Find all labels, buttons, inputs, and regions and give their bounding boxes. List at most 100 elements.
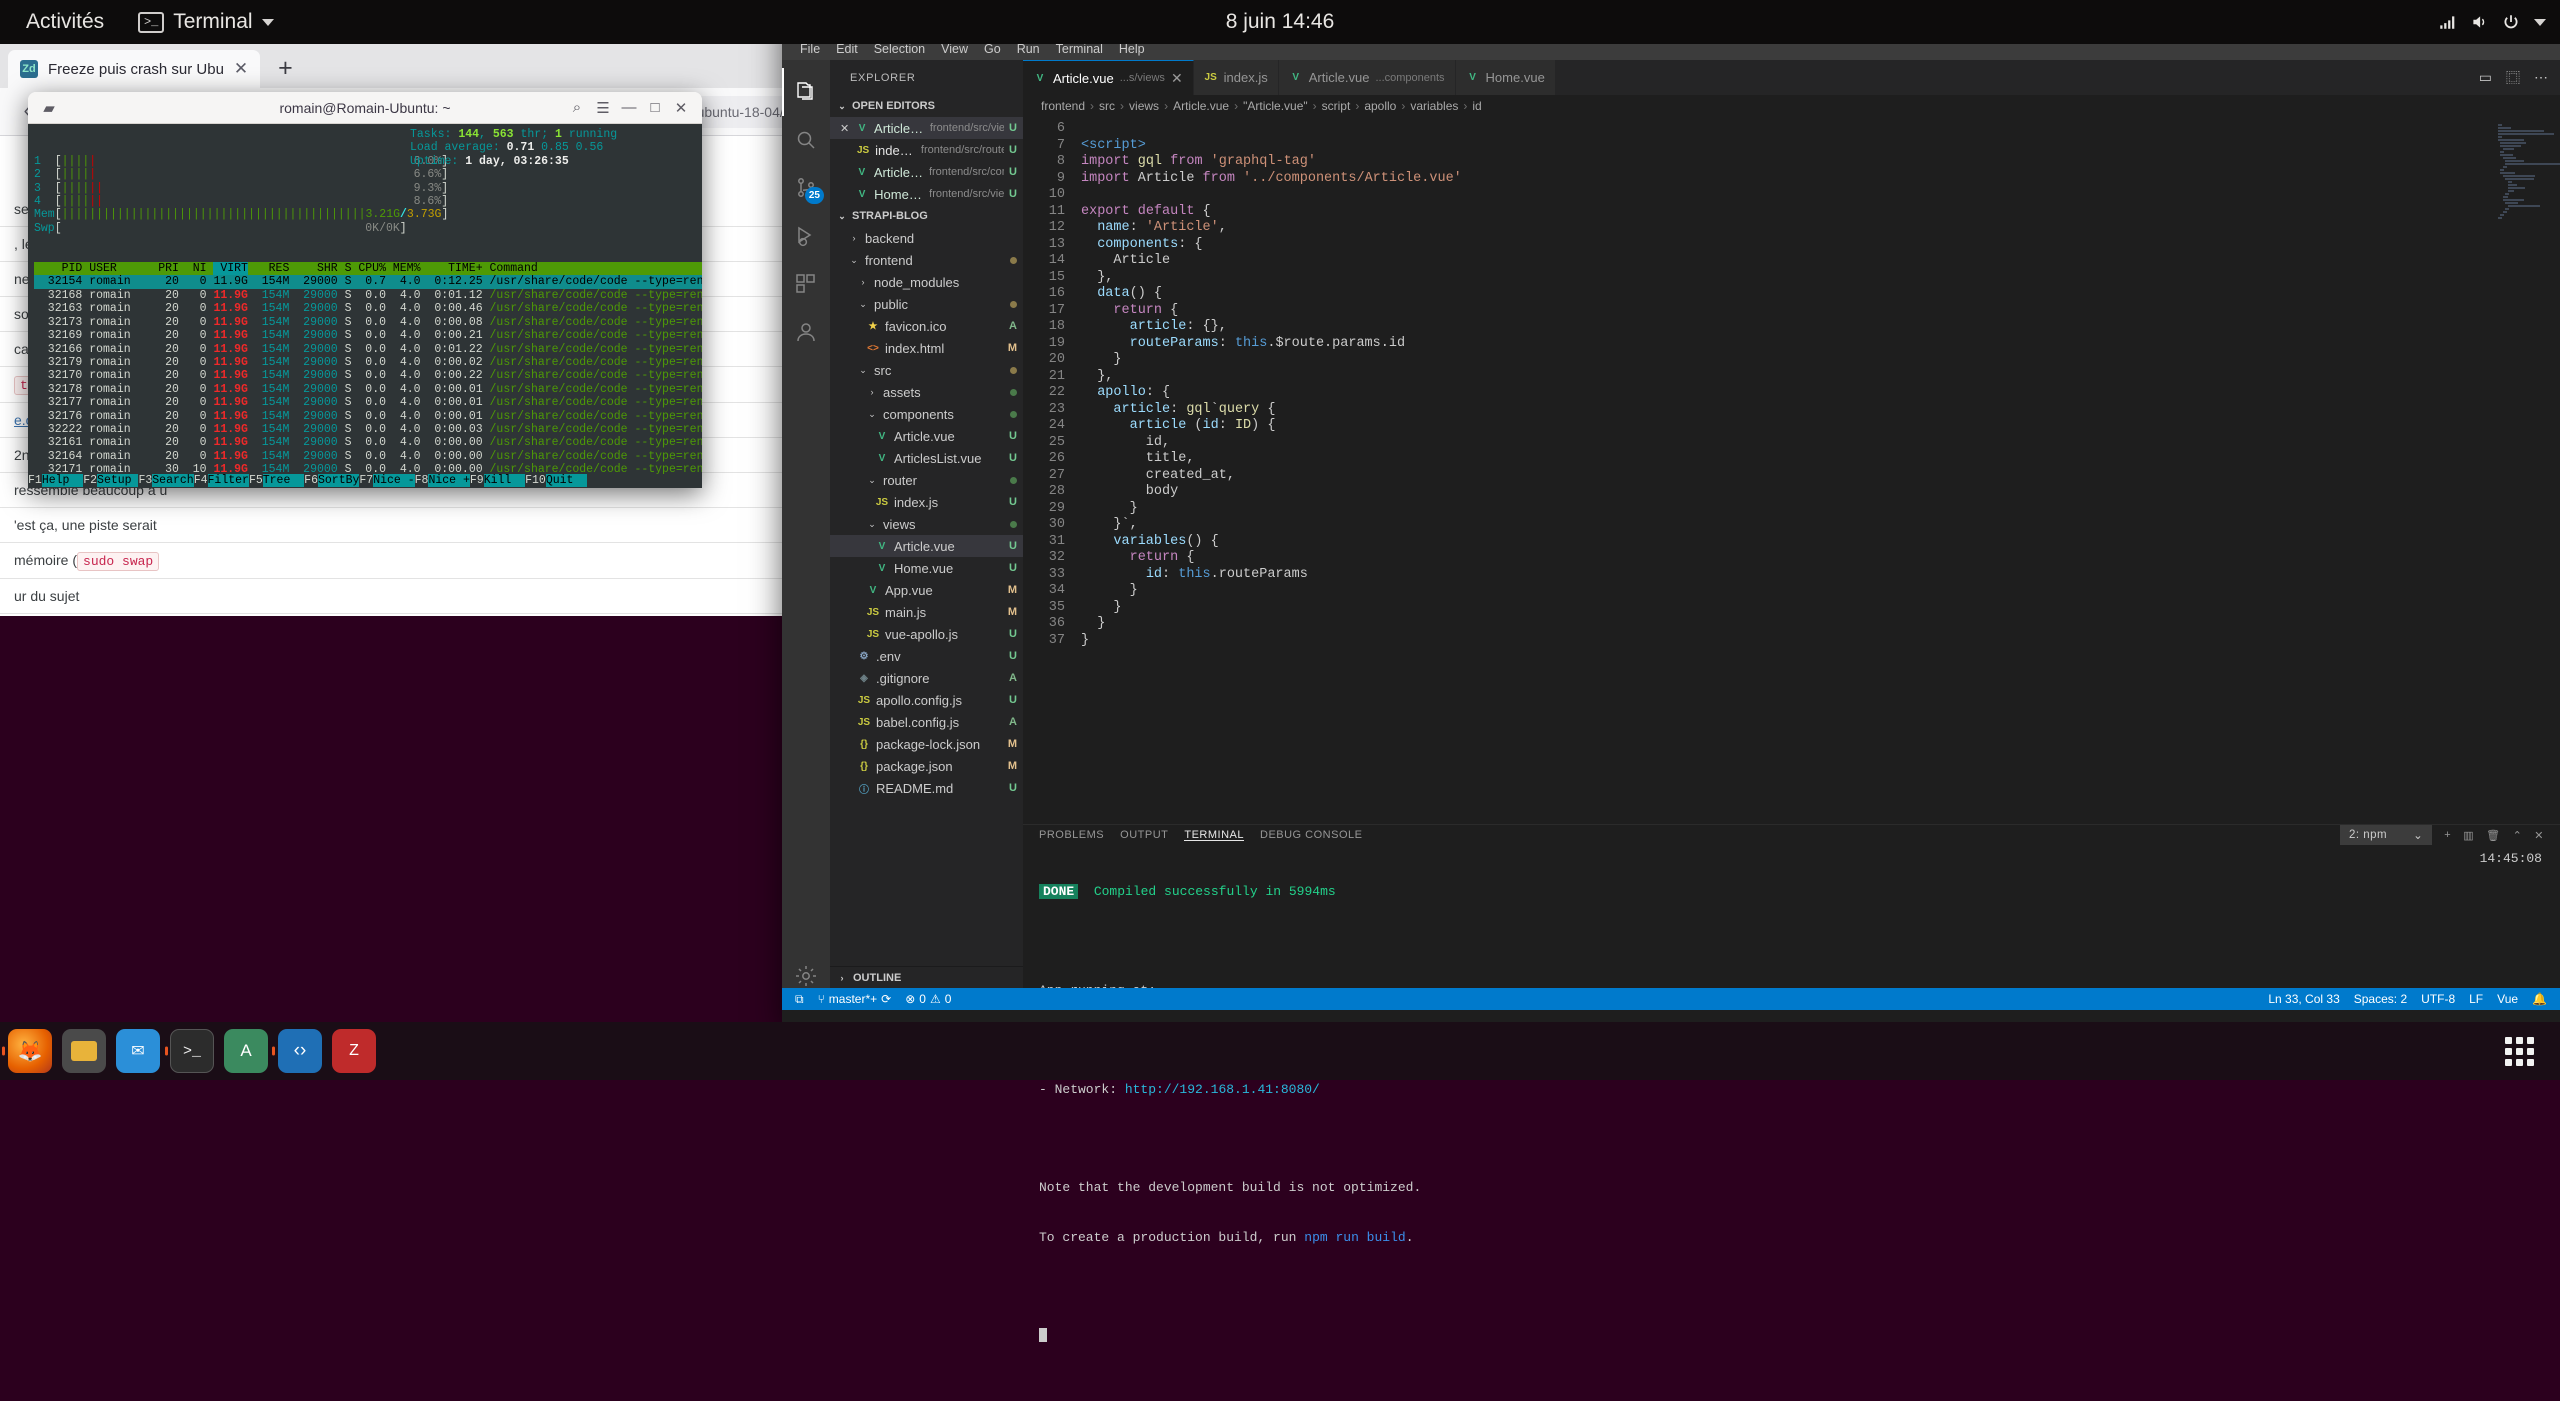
vscode-icon[interactable]: ‹›	[278, 1029, 322, 1073]
firefox-icon[interactable]: 🦊	[8, 1029, 52, 1073]
tree-item[interactable]: <>index.htmlM	[830, 337, 1023, 359]
terminal-selector[interactable]: 2: npm ⌄	[2340, 825, 2432, 845]
open-editor-item[interactable]: VArticle.vuefrontend/src/com...U	[830, 161, 1023, 183]
split-terminal-icon[interactable]: ▥	[2463, 829, 2474, 842]
fkey-f9[interactable]: F9	[470, 474, 484, 487]
minimap[interactable]	[2492, 117, 2560, 824]
tree-item[interactable]: JSbabel.config.jsA	[830, 711, 1023, 733]
editor-tab[interactable]: JSindex.js	[1194, 60, 1279, 95]
system-tray[interactable]	[2438, 13, 2546, 31]
tree-item[interactable]: VArticle.vueU	[830, 535, 1023, 557]
breadcrumb-item[interactable]: variables	[1410, 99, 1458, 113]
code-editor[interactable]: 6789101112131415161718192021222324252627…	[1023, 117, 2560, 824]
terminal-icon[interactable]: >_	[170, 1029, 214, 1073]
tree-item[interactable]: ⌄router	[830, 469, 1023, 491]
chevron-down-icon[interactable]: ⌄	[857, 299, 869, 310]
open-editors-header[interactable]: ⌄ OPEN EDITORS	[830, 95, 1023, 117]
process-row[interactable]: 32176 romain 20 0 11.9G 154M 29000 S 0.0…	[34, 410, 702, 423]
breadcrumb[interactable]: frontend›src›views›Article.vue›"Article.…	[1023, 95, 2560, 117]
source-control-icon[interactable]: 25	[782, 164, 830, 212]
chevron-down-icon[interactable]: ⌄	[857, 365, 869, 376]
tree-item[interactable]: ⌄frontend	[830, 249, 1023, 271]
fkey-f6[interactable]: F6	[304, 474, 318, 487]
tree-item[interactable]: VHome.vueU	[830, 557, 1023, 579]
minimize-button[interactable]: —	[616, 95, 642, 121]
code-content[interactable]: <script>import gql from 'graphql-tag'imp…	[1075, 117, 2492, 824]
code-line[interactable]	[1081, 121, 2492, 138]
more-actions-icon[interactable]: ⋯	[2534, 69, 2548, 86]
fkey-f1[interactable]: F1	[28, 474, 42, 487]
tree-item[interactable]: ⌄components	[830, 403, 1023, 425]
breadcrumb-item[interactable]: frontend	[1041, 99, 1085, 113]
breadcrumb-item[interactable]: apollo	[1364, 99, 1396, 113]
cursor-position[interactable]: Ln 33, Col 33	[2261, 992, 2346, 1006]
process-row[interactable]: 32164 romain 20 0 11.9G 154M 29000 S 0.0…	[34, 450, 702, 463]
code-line[interactable]: },	[1081, 270, 2492, 287]
tree-item[interactable]: ›node_modules	[830, 271, 1023, 293]
chevron-right-icon[interactable]: ›	[857, 277, 869, 287]
search-icon[interactable]: ⌕	[564, 95, 590, 121]
maximize-panel-icon[interactable]: ⌃	[2513, 829, 2523, 842]
tree-item[interactable]: ›backend	[830, 227, 1023, 249]
code-line[interactable]: }	[1081, 352, 2492, 369]
panel-tab-terminal[interactable]: TERMINAL	[1184, 829, 1244, 841]
code-line[interactable]: return {	[1081, 550, 2492, 567]
outline-section[interactable]: › OUTLINE	[830, 966, 1023, 988]
tree-item[interactable]: ›assets	[830, 381, 1023, 403]
tree-item[interactable]: VApp.vueM	[830, 579, 1023, 601]
split-editor-icon[interactable]: ▭	[2479, 69, 2492, 86]
open-editors-list[interactable]: ✕VArticle.vuefrontend/src/viewsUJSindex.…	[830, 117, 1023, 205]
show-applications-icon[interactable]	[2505, 1037, 2534, 1066]
tree-item[interactable]: ⓘREADME.mdU	[830, 777, 1023, 799]
code-line[interactable]: Article	[1081, 253, 2492, 270]
editor-tabs[interactable]: VArticle.vue...s/views✕JSindex.jsVArticl…	[1023, 60, 2560, 95]
breadcrumb-item[interactable]: src	[1099, 99, 1115, 113]
terminal-window[interactable]: ▰ romain@Romain-Ubuntu: ~ ⌕ ☰ — □ ✕ 1 [|…	[28, 92, 702, 488]
tree-item[interactable]: {}package.jsonM	[830, 755, 1023, 777]
terminal-titlebar[interactable]: ▰ romain@Romain-Ubuntu: ~ ⌕ ☰ — □ ✕	[28, 92, 702, 124]
menu-go[interactable]: Go	[976, 42, 1009, 56]
file-tree[interactable]: ›backend⌄frontend›node_modules⌄public★fa…	[830, 227, 1023, 799]
chevron-down-icon[interactable]: ⌄	[866, 409, 878, 420]
code-line[interactable]: }	[1081, 616, 2492, 633]
code-line[interactable]: import gql from 'graphql-tag'	[1081, 154, 2492, 171]
open-editor-item[interactable]: ✕VArticle.vuefrontend/src/viewsU	[830, 117, 1023, 139]
code-line[interactable]: components: {	[1081, 237, 2492, 254]
vscode-window[interactable]: Article.vue - strapi-blog - Visual Studi…	[782, 14, 2560, 1032]
new-tab-icon[interactable]: ▰	[36, 95, 62, 121]
htop-function-keys[interactable]: F1Help F2Setup F3SearchF4FilterF5Tree F6…	[28, 474, 702, 488]
editor-tab[interactable]: VArticle.vue...components	[1279, 60, 1456, 95]
process-row[interactable]: 32170 romain 20 0 11.9G 154M 29000 S 0.0…	[34, 369, 702, 382]
terminal-output[interactable]: DONE Compiled successfully in 5994ms App…	[1023, 845, 2560, 1401]
htop-process-table[interactable]: PID USER PRI NI VIRT RES SHR S CPU% MEM%…	[34, 262, 702, 488]
code-line[interactable]: routeParams: this.$route.params.id	[1081, 336, 2492, 353]
bottom-panel[interactable]: PROBLEMSOUTPUTTERMINALDEBUG CONSOLE 2: n…	[1023, 824, 2560, 1010]
eol-setting[interactable]: LF	[2462, 992, 2490, 1006]
kill-terminal-icon[interactable]: 🗑	[2486, 829, 2500, 842]
editor-toolbar[interactable]: ▭ ⿴ ⋯	[2467, 60, 2560, 95]
tree-item[interactable]: JSindex.jsU	[830, 491, 1023, 513]
breadcrumb-item[interactable]: script	[1322, 99, 1351, 113]
code-line[interactable]: id,	[1081, 435, 2492, 452]
process-row[interactable]: 32166 romain 20 0 11.9G 154M 29000 S 0.0…	[34, 343, 702, 356]
thunderbird-icon[interactable]: ✉	[116, 1029, 160, 1073]
tree-item[interactable]: ⌄public	[830, 293, 1023, 315]
tree-item[interactable]: {}package-lock.jsonM	[830, 733, 1023, 755]
fkey-f7[interactable]: F7	[359, 474, 373, 487]
code-line[interactable]: name: 'Article',	[1081, 220, 2492, 237]
process-row[interactable]: 32222 romain 20 0 11.9G 154M 29000 S 0.0…	[34, 423, 702, 436]
panel-actions[interactable]: 2: npm ⌄ + ▥ 🗑 ⌃ ✕	[2340, 825, 2544, 845]
activity-bar[interactable]: 25	[782, 60, 830, 1010]
code-line[interactable]: }	[1081, 600, 2492, 617]
fkey-f3[interactable]: F3	[138, 474, 152, 487]
remote-indicator[interactable]: ⧉	[788, 992, 811, 1007]
code-line[interactable]: }	[1081, 583, 2492, 600]
panel-tab-debug-console[interactable]: DEBUG CONSOLE	[1260, 829, 1362, 841]
ubuntu-dock[interactable]: 🦊 ✉ >_ A ‹› Z	[0, 1022, 2560, 1080]
chevron-right-icon[interactable]: ›	[848, 233, 860, 243]
fkey-f5[interactable]: F5	[249, 474, 263, 487]
fkey-f8[interactable]: F8	[415, 474, 429, 487]
ubuntu-software-icon[interactable]: A	[224, 1029, 268, 1073]
files-icon[interactable]	[62, 1029, 106, 1073]
chevron-right-icon[interactable]: ›	[866, 387, 878, 397]
